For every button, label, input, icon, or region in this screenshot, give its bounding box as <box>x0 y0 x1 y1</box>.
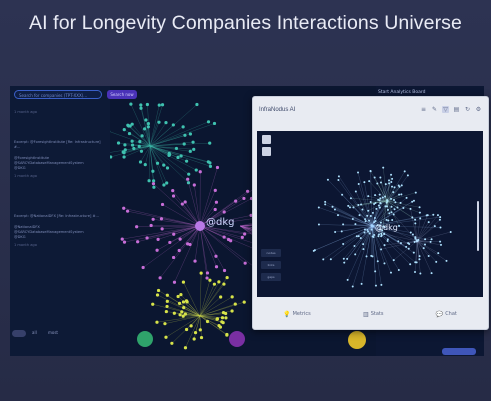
modal-title: InfraNodus AI <box>259 107 296 113</box>
legend-links[interactable]: links <box>261 261 281 269</box>
node-badge-yellow[interactable] <box>348 331 366 349</box>
layout-icon[interactable]: ▤ <box>453 106 460 113</box>
toggle-pill[interactable] <box>12 330 26 337</box>
zoom-in-icon[interactable] <box>262 135 271 144</box>
left-panel: Search for companies (TPT-XXX)... 1 mont… <box>10 86 110 356</box>
fit-view-icon[interactable] <box>262 147 271 156</box>
modal-network-graph[interactable] <box>257 131 483 297</box>
filter-most[interactable]: most <box>48 330 58 335</box>
search-input[interactable]: Search for companies (TPT-XXX)... <box>14 90 102 99</box>
node-badge-green[interactable] <box>137 331 153 347</box>
modal-toolbar: ≡ ✎ ▽ ▤ ↻ ⚙ <box>420 106 482 113</box>
infranodus-modal: InfraNodus AI ≡ ✎ ▽ ▤ ↻ ⚙ nodes links ga… <box>252 96 489 330</box>
menu-icon[interactable]: ≡ <box>420 106 427 113</box>
feed-mention[interactable]: @DKG <box>14 235 106 240</box>
page-title: AI for Longevity Companies Interactions … <box>29 12 462 34</box>
filter-all[interactable]: all <box>32 330 37 335</box>
book-icon: ▥ <box>363 310 369 318</box>
feed-ago: 1 month ago <box>14 243 37 247</box>
filter-icon[interactable]: ▽ <box>442 106 449 113</box>
stats-button[interactable]: ▥ Stats <box>363 311 383 318</box>
legend-nodes[interactable]: nodes <box>261 249 281 257</box>
feed-item[interactable]: Excerpt: @ForesightInstitute [Re: Infras… <box>14 140 106 179</box>
chat-button[interactable]: 💬 Chat <box>436 311 457 318</box>
center-node-label[interactable]: @dkg <box>206 217 235 228</box>
search-button[interactable]: Search now <box>107 90 137 99</box>
feed-ago: 1 month ago <box>14 174 37 178</box>
lightbulb-icon: 💡 <box>283 310 291 318</box>
zoom-slider[interactable] <box>477 201 479 251</box>
node-badge-purple[interactable] <box>229 331 245 347</box>
refresh-icon[interactable]: ↻ <box>464 106 471 113</box>
feed-item[interactable]: 1 month ago <box>14 110 106 115</box>
metrics-button[interactable]: 💡 Metrics <box>283 311 311 318</box>
settings-icon[interactable]: ⚙ <box>475 106 482 113</box>
page-frame: AI for Longevity Companies Interactions … <box>0 0 491 401</box>
feed-time: 1 month ago <box>14 110 37 114</box>
feed-mention[interactable]: @DKG <box>14 166 106 171</box>
feed-item[interactable]: Excerpt: @NationalDFX [Re: Infrastructur… <box>14 214 106 248</box>
send-button[interactable] <box>442 348 476 355</box>
analytics-header[interactable]: Start Analytics Board <box>378 90 426 95</box>
modal-center-label: @dkg <box>375 223 398 232</box>
modal-footer: 💡 Metrics ▥ Stats 💬 Chat <box>257 303 483 325</box>
modal-graph-canvas[interactable]: nodes links gaps @dkg <box>257 131 483 297</box>
bottom-controls: all most <box>10 322 135 356</box>
legend-gaps[interactable]: gaps <box>261 273 281 281</box>
feed-text: Excerpt: @NationalDFX [Re: Infrastructur… <box>14 214 99 218</box>
edit-icon[interactable]: ✎ <box>431 106 438 113</box>
chat-icon: 💬 <box>435 310 444 318</box>
feed-text: Excerpt: @ForesightInstitute [Re: Infras… <box>14 140 101 149</box>
